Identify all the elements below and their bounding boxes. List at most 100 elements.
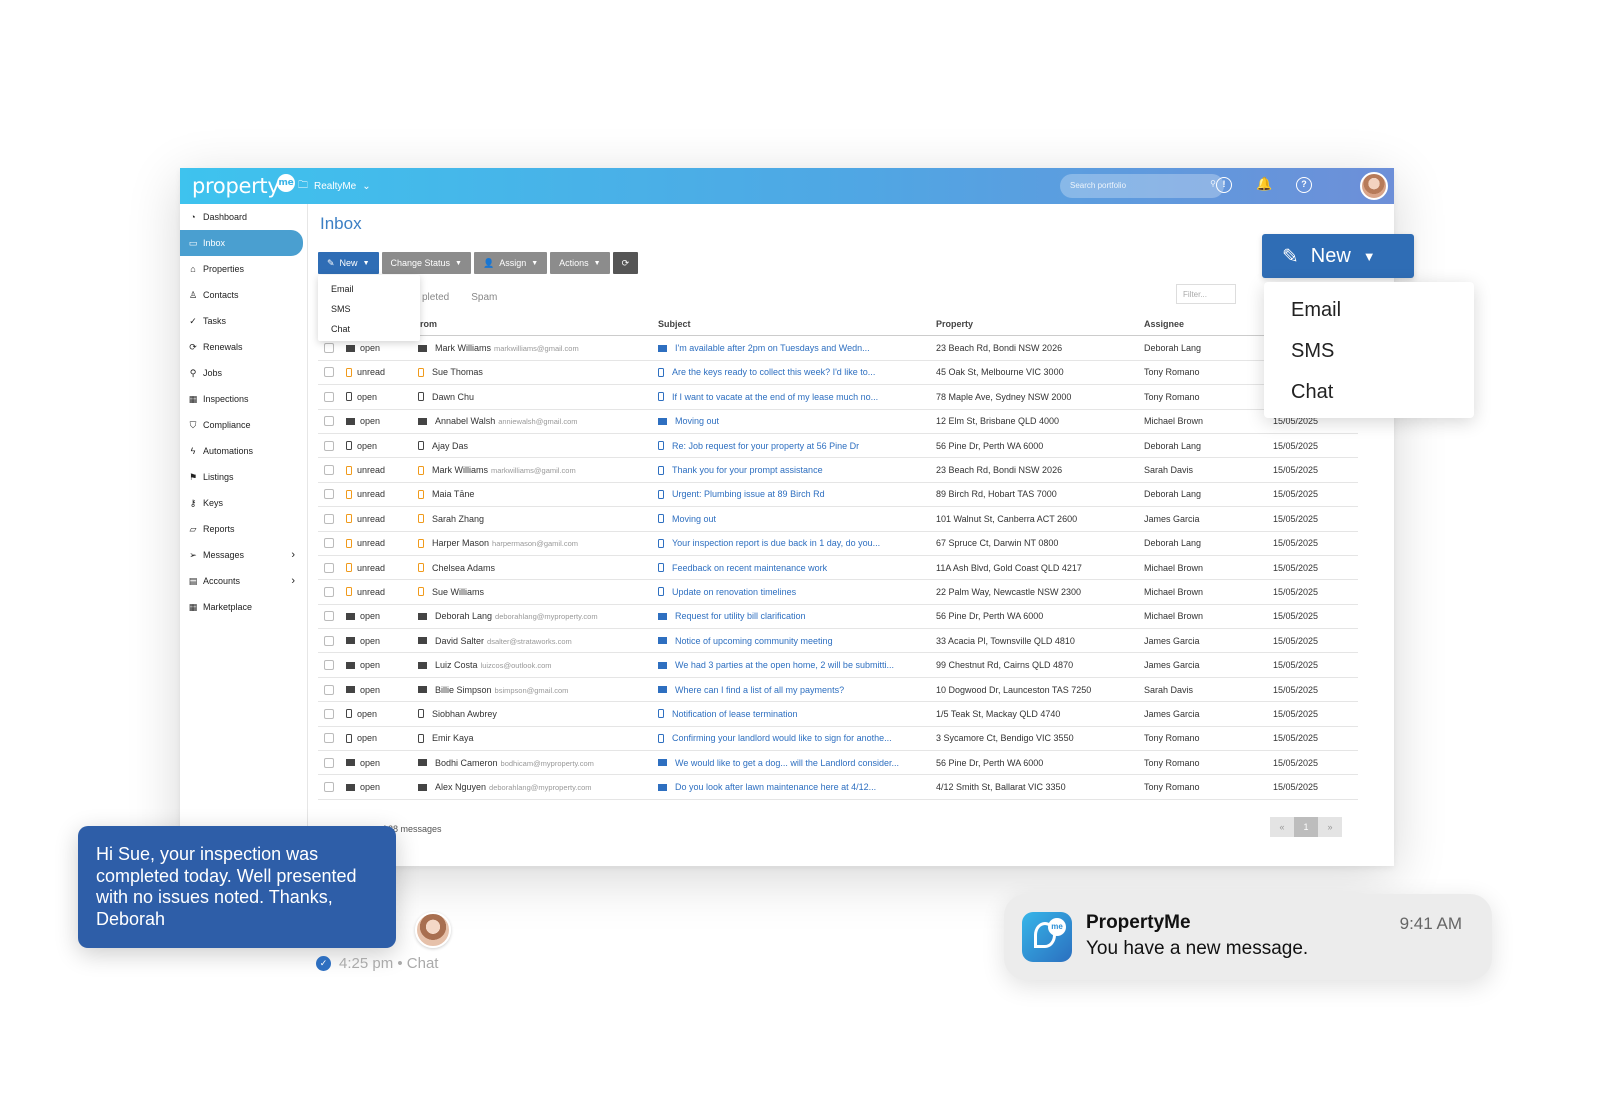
menu-item-chat[interactable]: Chat (318, 319, 420, 339)
row-checkbox[interactable] (324, 611, 334, 622)
new-button[interactable]: ✎ New ▼ (318, 252, 379, 274)
subject-link[interactable]: We had 3 parties at the open home, 2 wil… (675, 660, 894, 670)
table-row[interactable]: unread Sarah Zhang Moving out 101 Walnut St… (318, 507, 1358, 532)
subject-cell[interactable]: Do you look after lawn maintenance here … (658, 775, 930, 798)
row-checkbox[interactable] (324, 660, 334, 671)
tab-completed[interactable]: pleted (422, 292, 449, 303)
assign-button[interactable]: 👤 Assign ▼ (473, 252, 548, 274)
subject-link[interactable]: We would like to get a dog... will the L… (675, 758, 899, 768)
subject-link[interactable]: Urgent: Plumbing issue at 89 Birch Rd (672, 489, 825, 499)
subject-cell[interactable]: Your inspection report is due back in 1 … (658, 532, 930, 555)
subject-link[interactable]: Feedback on recent maintenance work (672, 563, 827, 573)
overlay-menu-item-email[interactable]: Email (1264, 290, 1474, 331)
subject-link[interactable]: Re: Job request for your property at 56 … (672, 441, 859, 451)
row-checkbox[interactable] (324, 416, 334, 427)
subject-link[interactable]: Notification of lease termination (672, 709, 798, 719)
table-row[interactable]: open Dawn Chu If I want to vacate at the e… (318, 385, 1358, 410)
table-row[interactable]: unread Sue Thomas Are the keys ready to co… (318, 361, 1358, 386)
row-checkbox[interactable] (324, 343, 334, 354)
menu-item-email[interactable]: Email (318, 279, 420, 299)
previous-page-button[interactable]: « (1270, 817, 1294, 837)
sidebar-item-compliance[interactable]: ⛉ Compliance (180, 412, 307, 438)
filter-input[interactable]: Filter... (1176, 284, 1236, 304)
push-notification[interactable]: me PropertyMe You have a new message. 9:… (1004, 894, 1492, 980)
row-checkbox[interactable] (324, 391, 334, 402)
subject-link[interactable]: If I want to vacate at the end of my lea… (672, 392, 878, 402)
sidebar-item-messages[interactable]: ➢ Messages › (180, 542, 307, 568)
logo[interactable]: property me (192, 174, 295, 200)
subject-cell[interactable]: Confirming your landlord would like to s… (658, 727, 930, 750)
row-checkbox[interactable] (324, 440, 334, 451)
subject-cell[interactable]: I'm available after 2pm on Tuesdays and … (658, 336, 930, 359)
subject-link[interactable]: Moving out (672, 514, 716, 524)
subject-cell[interactable]: Moving out (658, 410, 930, 433)
subject-cell[interactable]: Urgent: Plumbing issue at 89 Birch Rd (658, 483, 930, 506)
subject-cell[interactable]: Notification of lease termination (658, 702, 930, 725)
refresh-button[interactable]: ⟳ (612, 252, 639, 274)
subject-cell[interactable]: We had 3 parties at the open home, 2 wil… (658, 653, 930, 676)
table-row[interactable]: open Ajay Das Re: Job request for your pro… (318, 434, 1358, 459)
subject-link[interactable]: Your inspection report is due back in 1 … (672, 538, 880, 548)
row-checkbox[interactable] (324, 684, 334, 695)
sidebar-item-jobs[interactable]: ⚲ Jobs (180, 360, 307, 386)
subject-cell[interactable]: Where can I find a list of all my paymen… (658, 678, 930, 701)
table-row[interactable]: unread Mark Williams markwilliams@gamil.co… (318, 458, 1358, 483)
subject-cell[interactable]: We would like to get a dog... will the L… (658, 751, 930, 774)
subject-link[interactable]: Do you look after lawn maintenance here … (675, 782, 876, 792)
next-page-button[interactable]: » (1318, 817, 1342, 837)
table-row[interactable]: unread Chelsea Adams Feedback on recent ma… (318, 556, 1358, 581)
change-status-button[interactable]: Change Status ▼ (381, 252, 471, 274)
table-row[interactable]: open Bodhi Cameron bodhicam@myproperty.com… (318, 751, 1358, 776)
row-checkbox[interactable] (324, 757, 334, 768)
sidebar-item-properties[interactable]: ⌂ Properties (180, 256, 307, 282)
subject-cell[interactable]: Re: Job request for your property at 56 … (658, 434, 930, 457)
sidebar-item-marketplace[interactable]: ▦ Marketplace (180, 594, 307, 620)
table-row[interactable]: open Deborah Lang deborahlang@myproperty.c… (318, 605, 1358, 630)
sidebar-item-dashboard[interactable]: ◔ Dashboard (180, 204, 307, 230)
user-avatar[interactable] (1360, 172, 1388, 200)
sidebar-item-inspections[interactable]: ▦ Inspections (180, 386, 307, 412)
table-row[interactable]: open David Salter dsalter@strataworks.com N… (318, 629, 1358, 654)
row-checkbox[interactable] (324, 367, 334, 378)
sidebar-item-automations[interactable]: ϟ Automations (180, 438, 307, 464)
table-row[interactable]: open Mark Williams markwilliams@gmail.com I… (318, 336, 1358, 361)
overlay-new-button[interactable]: ✎ New ▼ (1262, 234, 1414, 278)
table-row[interactable]: open Billie Simpson bsimpson@gmail.com Wher… (318, 678, 1358, 703)
search-input[interactable]: Search portfolio ⚲ (1060, 174, 1224, 198)
subject-cell[interactable]: Request for utility bill clarification (658, 605, 930, 628)
row-checkbox[interactable] (324, 465, 334, 476)
subject-cell[interactable]: Are the keys ready to collect this week?… (658, 361, 930, 384)
subject-cell[interactable]: Moving out (658, 507, 930, 530)
column-assignee[interactable]: Assignee (1144, 312, 1264, 335)
subject-link[interactable]: Notice of upcoming community meeting (675, 636, 833, 646)
subject-link[interactable]: Moving out (675, 416, 719, 426)
sidebar-item-inbox[interactable]: ▭ Inbox (180, 230, 303, 256)
column-subject[interactable]: Subject (658, 312, 930, 335)
sidebar-item-keys[interactable]: ⚷ Keys (180, 490, 307, 516)
sidebar-item-reports[interactable]: ▱ Reports (180, 516, 307, 542)
sidebar-item-contacts[interactable]: ♙ Contacts (180, 282, 307, 308)
row-checkbox[interactable] (324, 489, 334, 500)
subject-link[interactable]: Are the keys ready to collect this week?… (672, 367, 875, 377)
table-row[interactable]: open Alex Nguyen deborahlang@myproperty.co… (318, 775, 1358, 800)
subject-link[interactable]: Confirming your landlord would like to s… (672, 733, 892, 743)
row-checkbox[interactable] (324, 586, 334, 597)
table-row[interactable]: open Annabel Walsh anniewalsh@gmail.com Mov… (318, 410, 1358, 434)
column-property[interactable]: Property (936, 312, 1136, 335)
subject-link[interactable]: Where can I find a list of all my paymen… (675, 685, 844, 695)
row-checkbox[interactable] (324, 782, 334, 793)
subject-cell[interactable]: Notice of upcoming community meeting (658, 629, 930, 652)
column-from[interactable]: rom (420, 312, 658, 335)
subject-link[interactable]: Thank you for your prompt assistance (672, 465, 823, 475)
subject-cell[interactable]: Update on renovation timelines (658, 580, 930, 603)
row-checkbox[interactable] (324, 635, 334, 646)
sidebar-item-renewals[interactable]: ⟳ Renewals (180, 334, 307, 360)
sidebar-item-accounts[interactable]: ▤ Accounts › (180, 568, 307, 594)
table-row[interactable]: open Siobhan Awbrey Notification of lease … (318, 702, 1358, 727)
subject-cell[interactable]: Thank you for your prompt assistance (658, 458, 930, 481)
subject-link[interactable]: Request for utility bill clarification (675, 611, 806, 621)
table-row[interactable]: unread Sue Williams Update on renovation t… (318, 580, 1358, 605)
alert-icon[interactable]: ! (1216, 177, 1232, 193)
bell-icon[interactable]: 🔔 (1256, 177, 1272, 193)
workspace-selector[interactable]: 🗀 RealtyMe ⌄ (298, 178, 371, 195)
